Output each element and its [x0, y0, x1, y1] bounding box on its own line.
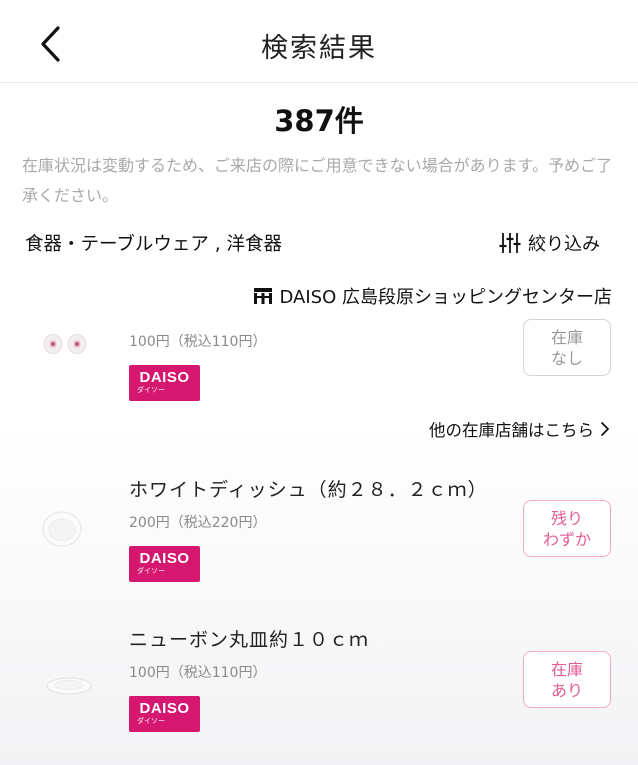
product-image	[36, 312, 100, 376]
product-price: 200円（税込220円）	[129, 515, 267, 531]
product-image	[36, 496, 100, 560]
other-stores-link[interactable]: 他の在庫店舗はこちら	[429, 417, 610, 441]
other-stores-label: 他の在庫店舗はこちら	[429, 421, 594, 440]
store-name-label: DAISO 広島段原ショッピングセンター店	[279, 287, 612, 308]
result-count: 387件	[274, 104, 364, 138]
stock-status-badge: 在庫 あり	[523, 651, 611, 708]
product-price: 100円（税込110円）	[129, 334, 267, 350]
stock-notice: 在庫状況は変動するため、ご来店の際にご用意できない場合があります。予めご了承くだ…	[22, 156, 613, 205]
daiso-brand-badge: DAISO ダイソー	[129, 696, 200, 732]
stock-status-badge: 残り わずか	[523, 500, 611, 557]
sliders-icon	[499, 233, 521, 253]
daiso-brand-badge: DAISO ダイソー	[129, 365, 200, 401]
product-name: ホワイトディッシュ（約２８．２ｃｍ）	[129, 479, 488, 501]
stock-status-badge: 在庫 なし	[523, 319, 611, 376]
category-breadcrumb: 食器・テーブルウェア , 洋食器	[25, 234, 283, 255]
daiso-brand-badge: DAISO ダイソー	[129, 546, 200, 582]
product-price: 100円（税込110円）	[129, 665, 267, 681]
page-title: 検索結果	[261, 33, 377, 64]
filter-button-label: 絞り込み	[528, 234, 600, 255]
filter-button[interactable]: 絞り込み	[498, 228, 600, 258]
product-image	[36, 652, 100, 716]
store-icon	[253, 288, 272, 304]
product-name: ニューボン丸皿約１０ｃｍ	[129, 629, 370, 651]
app-header: 検索結果	[0, 0, 638, 83]
chevron-right-icon	[601, 422, 609, 436]
store-name: DAISO 広島段原ショッピングセンター店	[253, 283, 612, 309]
